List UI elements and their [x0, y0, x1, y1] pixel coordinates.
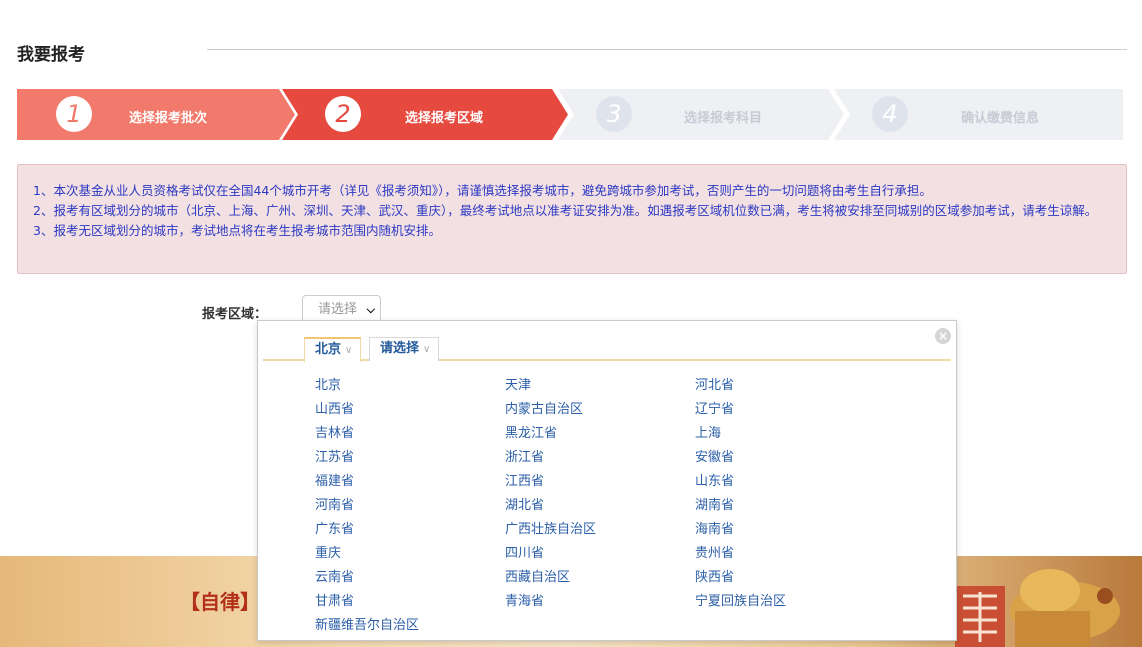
province-link[interactable]: 吉林省: [315, 422, 354, 441]
tab-city-label: 北京: [315, 342, 342, 357]
province-link[interactable]: 山东省: [695, 470, 734, 489]
region-select-value: 请选择: [318, 302, 358, 317]
province-link[interactable]: 河北省: [695, 374, 734, 393]
step-3-label: 选择报考科目: [684, 111, 763, 126]
province-link[interactable]: 江西省: [505, 470, 544, 489]
province-link[interactable]: 上海: [695, 422, 721, 441]
step-1-number: 1: [56, 96, 92, 132]
step-3-number: 3: [596, 96, 632, 132]
province-link[interactable]: 四川省: [505, 542, 544, 561]
page-title: 我要报考: [17, 45, 85, 65]
province-link[interactable]: 新疆维吾尔自治区: [315, 614, 419, 633]
province-link[interactable]: 黑龙江省: [505, 422, 557, 441]
province-link[interactable]: 湖南省: [695, 494, 734, 513]
province-link[interactable]: 青海省: [505, 590, 544, 609]
province-link[interactable]: 云南省: [315, 566, 354, 585]
chevron-down-icon: ∨: [345, 345, 353, 356]
province-link[interactable]: 安徽省: [695, 446, 734, 465]
title-divider: [207, 49, 1127, 50]
notice-line-1: 1、本次基金从业人员资格考试仅在全国44个城市开考（详见《报考须知》），请谨慎选…: [33, 183, 932, 198]
progress-steps: 1 选择报考批次 2 选择报考区域 3 选择报考科目 4 确认缴费信息: [17, 89, 1123, 140]
step-2-number: 2: [325, 96, 361, 132]
notice-line-3: 3、报考无区域划分的城市，考试地点将在考生报考城市范围内随机安排。: [33, 223, 441, 238]
step-2: 2 选择报考区域: [279, 89, 569, 140]
notice-line-2: 2、报考有区域划分的城市（北京、上海、广州、深圳、天津、武汉、重庆），最终考试地…: [33, 203, 1098, 218]
banner-text: 【自律】: [180, 590, 260, 614]
province-link[interactable]: 湖北省: [505, 494, 544, 513]
province-link[interactable]: 重庆: [315, 542, 341, 561]
seal-image: [955, 569, 1120, 647]
province-link[interactable]: 天津: [505, 374, 531, 393]
region-picker-popup: × 北京 ∨ 请选择 ∨ 北京 天津 河北省 山西省 内蒙古自治区 辽宁省 吉林省 黑龙江省 上海江…: [257, 320, 957, 641]
step-2-label: 选择报考区域: [405, 111, 484, 126]
step-1: 1 选择报考批次: [17, 89, 307, 140]
step-4: 4 确认缴费信息: [831, 89, 1123, 140]
province-link[interactable]: 广东省: [315, 518, 354, 537]
tab-district[interactable]: 请选择 ∨: [369, 337, 440, 361]
province-link[interactable]: 海南省: [695, 518, 734, 537]
province-link[interactable]: 内蒙古自治区: [505, 398, 583, 417]
region-picker-tabs: 北京 ∨ 请选择 ∨: [263, 337, 951, 363]
tab-district-label: 请选择: [380, 341, 420, 356]
chevron-down-icon: ∨: [423, 344, 431, 355]
page: 我要报考 1 选择报考批次 2 选择报考区域 3 选择报考科目 4 确认缴费信息…: [0, 0, 1142, 647]
province-link[interactable]: 河南省: [315, 494, 354, 513]
step-4-number: 4: [872, 96, 908, 132]
exam-notice: 1、本次基金从业人员资格考试仅在全国44个城市开考（详见《报考须知》），请谨慎选…: [17, 164, 1127, 274]
province-link[interactable]: 贵州省: [695, 542, 734, 561]
step-3: 3 选择报考科目: [555, 89, 845, 140]
province-link[interactable]: 福建省: [315, 470, 354, 489]
province-link[interactable]: 浙江省: [505, 446, 544, 465]
province-link[interactable]: 陕西省: [695, 566, 734, 585]
province-link[interactable]: 辽宁省: [695, 398, 734, 417]
province-link[interactable]: 宁夏回族自治区: [695, 590, 786, 609]
province-link[interactable]: 北京: [315, 374, 341, 393]
tab-city[interactable]: 北京 ∨: [304, 337, 362, 363]
step-1-label: 选择报考批次: [129, 111, 208, 126]
step-4-label: 确认缴费信息: [961, 111, 1040, 126]
province-link[interactable]: 广西壮族自治区: [505, 518, 596, 537]
province-link[interactable]: 西藏自治区: [505, 566, 570, 585]
province-link[interactable]: 江苏省: [315, 446, 354, 465]
province-link[interactable]: 山西省: [315, 398, 354, 417]
province-link[interactable]: 甘肃省: [315, 590, 354, 609]
